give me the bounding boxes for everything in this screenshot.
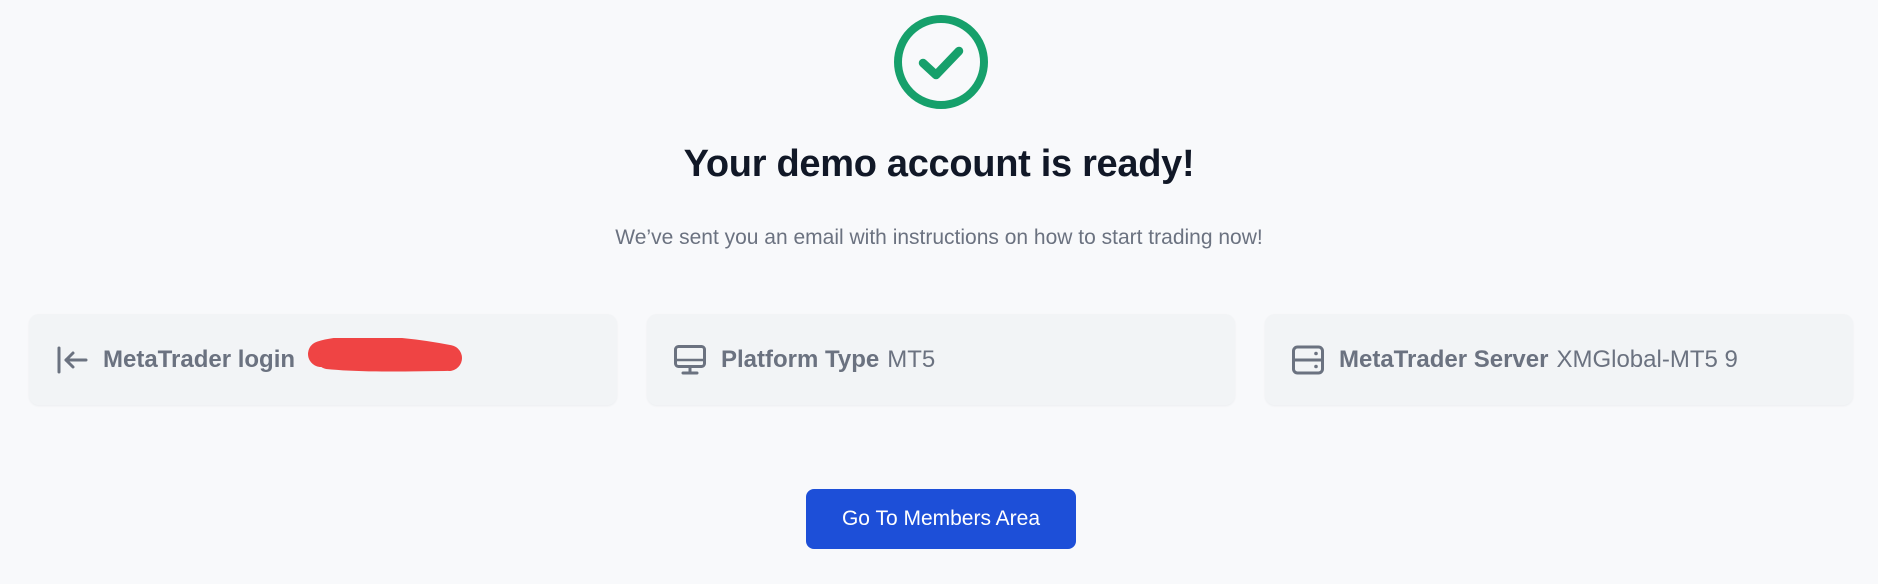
card-label: MetaTrader login: [103, 345, 296, 373]
card-metatrader-server: MetaTrader Server XMGlobal-MT5 9: [1265, 314, 1853, 405]
monitor-icon: [673, 343, 707, 377]
card-platform-type: Platform Type MT5: [647, 314, 1235, 405]
card-metatrader-login: MetaTrader login: [29, 314, 617, 405]
card-label: Platform Type: [721, 345, 880, 373]
page-title: Your demo account is ready!: [683, 143, 1195, 185]
card-value: MT5: [887, 345, 936, 373]
login-arrow-icon: [55, 343, 89, 377]
check-circle-icon: [893, 14, 989, 110]
account-details: MetaTrader login Platform Type MT5 MetaT…: [29, 314, 1853, 405]
server-icon: [1291, 343, 1325, 377]
card-value: XMGlobal-MT5 9: [1556, 345, 1738, 373]
page-subtitle: We’ve sent you an email with instruction…: [615, 226, 1263, 249]
card-label: MetaTrader Server: [1339, 345, 1549, 373]
go-to-members-area-button[interactable]: Go To Members Area: [806, 489, 1076, 549]
redaction-mark: [307, 336, 463, 374]
